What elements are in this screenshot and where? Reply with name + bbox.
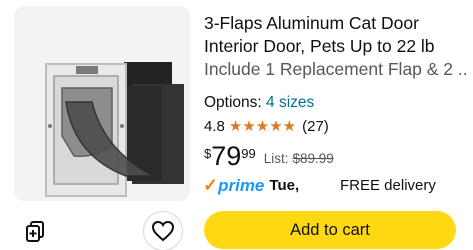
product-details: 3-Flaps Aluminum Cat Door Interior Door,… [204,12,469,81]
prime-label: prime [218,175,265,195]
star-icon: ★ [269,118,283,135]
price-symbol: $ [204,146,212,161]
compare-button[interactable] [18,213,54,249]
star-icon: ★ [255,118,270,135]
product-image[interactable] [14,6,190,201]
options-label: Options: [204,94,262,111]
star-rating: ★ ★ ★ ★ ★ [229,119,296,134]
product-title-line-2[interactable]: Interior Door, Pets Up to 22 lb [204,35,469,58]
wishlist-button[interactable] [143,211,183,250]
price-fraction: 99 [241,146,256,161]
add-to-cart-button[interactable]: Add to cart [204,211,456,249]
compare-icon [26,221,44,242]
price-whole: 79 [211,141,242,171]
review-count[interactable]: (27) [302,118,329,135]
star-icon: ★ [242,118,256,135]
cat-door-illustration [45,62,184,197]
rating-row[interactable]: 4.8 ★ ★ ★ ★ ★ (27) [204,118,329,135]
heart-icon [151,220,175,242]
list-price-label: List: [263,151,289,166]
delivery-text: FREE delivery [340,177,436,194]
rating-value: 4.8 [204,118,225,135]
list-price: $89.99 [292,151,334,166]
product-title-line-3[interactable]: Include 1 Replacement Flap & 2 ... [204,58,469,81]
product-card[interactable]: 3-Flaps Aluminum Cat Door Interior Door,… [0,0,473,250]
delivery-day: Tue, [269,177,300,194]
prime-badge: ✓ prime Tue, [203,175,299,196]
star-icon: ★ [282,118,297,135]
options-link[interactable]: 4 sizes [266,94,314,111]
star-icon: ★ [228,118,243,135]
price-row: $ 79 99 List: $89.99 [204,142,334,170]
options-row: Options: 4 sizes [204,94,314,112]
prime-check-icon: ✓ [203,175,219,195]
product-title-line-1[interactable]: 3-Flaps Aluminum Cat Door [204,12,469,35]
